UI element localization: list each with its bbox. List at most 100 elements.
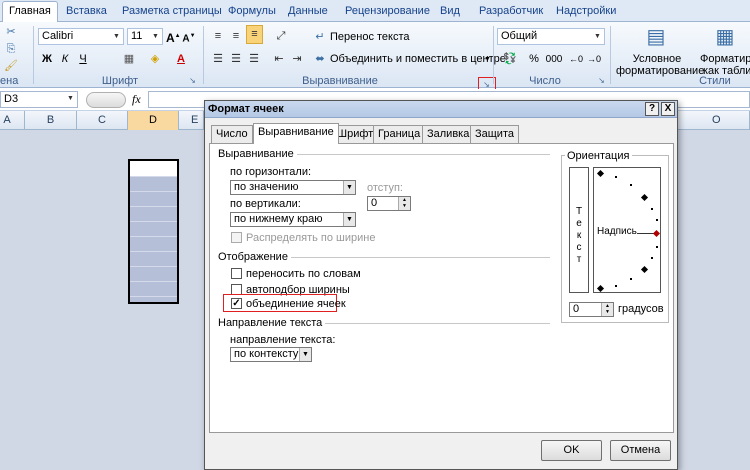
dial-tick — [656, 219, 658, 221]
wrap-text-button[interactable]: Перенос текста — [330, 31, 410, 44]
column-header-e[interactable]: E — [179, 111, 204, 130]
italic-icon[interactable]: К — [58, 51, 72, 68]
cut-icon[interactable]: ✂ — [4, 24, 18, 41]
tab-addins[interactable]: Надстройки — [550, 2, 622, 22]
number-format-value: Общий — [501, 30, 538, 42]
format-as-table-icon[interactable]: ▦ — [712, 24, 738, 50]
tab-font[interactable]: Шрифт — [332, 125, 379, 143]
wrap-text-checkbox[interactable] — [231, 268, 242, 279]
spinner-arrows-icon[interactable]: ▲ ▼ — [398, 197, 410, 210]
conditional-formatting-icon[interactable]: ▤ — [643, 24, 669, 50]
group-separator — [203, 26, 204, 84]
direction-label: направление текста: — [230, 334, 336, 346]
tab-data[interactable]: Данные — [282, 2, 334, 22]
selected-range-fill — [130, 176, 177, 302]
vertical-text-letter: к — [576, 230, 582, 241]
tab-alignment[interactable]: Выравнивание — [253, 123, 339, 144]
vertical-text-button[interactable]: Т е к с т — [569, 167, 589, 293]
tab-home[interactable]: Главная — [2, 1, 58, 23]
grow-font-icon[interactable]: A▲ — [166, 28, 181, 45]
group-separator — [33, 26, 34, 84]
fill-color-icon[interactable]: ◈ — [146, 51, 164, 68]
align-center-icon[interactable]: ☰ — [229, 51, 243, 68]
shrink-font-icon[interactable]: A▼ — [182, 28, 196, 45]
dial-marker-45 — [640, 193, 649, 202]
bold-icon[interactable]: Ж — [40, 51, 54, 68]
font-name-combo[interactable]: Calibri ▼ — [38, 28, 124, 45]
currency-format-icon[interactable]: 💱 — [499, 51, 521, 68]
number-dialog-launcher-icon[interactable]: ↘ — [596, 76, 607, 87]
tab-page-layout[interactable]: Разметка страницы — [116, 2, 228, 22]
dial-tick — [615, 176, 617, 178]
align-middle-icon[interactable]: ≡ — [229, 28, 243, 45]
font-color-icon[interactable]: A — [174, 51, 188, 68]
tab-review[interactable]: Рецензирование — [339, 2, 436, 22]
merge-center-icon[interactable]: ⬌ — [313, 51, 327, 68]
formula-buttons — [86, 92, 126, 108]
merge-cells-checkbox[interactable]: ✓ — [231, 298, 242, 309]
chevron-down-icon: ▼ — [594, 33, 601, 40]
merge-center-button[interactable]: Объединить и поместить в центре — [330, 53, 506, 66]
chevron-down-icon: ▼ — [152, 33, 159, 40]
dial-marker-current — [652, 229, 660, 238]
vertical-align-value: по нижнему краю — [234, 213, 323, 225]
cancel-button[interactable]: Отмена — [610, 440, 671, 461]
chevron-down-icon[interactable]: ▼ — [484, 53, 491, 66]
align-bottom-icon[interactable]: ≡ — [246, 25, 263, 44]
tab-insert[interactable]: Вставка — [60, 2, 113, 22]
column-divider — [179, 130, 180, 470]
increase-decimal-icon[interactable]: ←0 — [569, 51, 583, 68]
wrap-text-icon[interactable]: ↵ — [313, 29, 327, 46]
column-header-o[interactable]: O — [679, 111, 750, 130]
text-direction-select[interactable]: по контексту ▼ — [230, 347, 312, 362]
text-direction-value: по контексту — [234, 348, 299, 360]
format-painter-icon[interactable]: 🖌 — [4, 58, 18, 75]
font-dialog-launcher-icon[interactable]: ↘ — [187, 76, 198, 87]
name-box[interactable]: D3 ▼ — [0, 91, 78, 108]
selected-range[interactable] — [128, 159, 179, 304]
align-left-icon[interactable]: ☰ — [211, 51, 225, 68]
align-top-icon[interactable]: ≡ — [211, 28, 225, 45]
close-button[interactable]: X — [661, 102, 675, 116]
tab-fill[interactable]: Заливка — [422, 125, 475, 143]
insert-function-button[interactable]: fx — [132, 92, 141, 107]
group-separator — [610, 26, 611, 84]
orientation-dial[interactable]: Надпись — [593, 167, 661, 293]
wrap-text-label: переносить по словам — [246, 268, 361, 280]
align-right-icon[interactable]: ☰ — [247, 51, 261, 68]
horizontal-align-select[interactable]: по значению ▼ — [230, 180, 356, 195]
ok-button[interactable]: OK — [541, 440, 602, 461]
column-header-d[interactable]: D — [128, 111, 179, 130]
tab-border[interactable]: Граница — [373, 125, 426, 143]
distribute-checkbox[interactable] — [231, 232, 242, 243]
borders-icon[interactable]: ▦ — [120, 51, 138, 68]
font-size-combo[interactable]: 11 ▼ — [127, 28, 163, 45]
help-button[interactable]: ? — [645, 102, 659, 116]
text-orientation-icon[interactable]: ⤢ — [272, 28, 290, 45]
thousands-separator-button[interactable]: 000 — [543, 51, 565, 68]
percent-button[interactable]: % — [528, 51, 540, 68]
column-header-c[interactable]: C — [77, 111, 128, 130]
column-header-b[interactable]: B — [25, 111, 77, 130]
dial-tick — [615, 285, 617, 287]
conditional-formatting-label-2[interactable]: форматирование — [616, 65, 704, 78]
tab-formulas[interactable]: Формулы — [222, 2, 282, 22]
dial-marker-bottom — [596, 284, 605, 292]
increase-indent-icon[interactable]: ⇥ — [290, 51, 304, 68]
degrees-spinner[interactable]: 0 ▲ ▼ — [569, 302, 614, 317]
column-header-a[interactable]: A — [0, 111, 25, 130]
number-format-combo[interactable]: Общий ▼ — [497, 28, 605, 45]
degrees-label: градусов — [618, 303, 664, 315]
indent-spinner[interactable]: 0 ▲ ▼ — [367, 196, 411, 211]
underline-icon[interactable]: Ч — [76, 51, 90, 68]
tab-protection[interactable]: Защита — [470, 125, 519, 143]
decrease-indent-icon[interactable]: ⇤ — [272, 51, 286, 68]
tab-number[interactable]: Число — [211, 125, 253, 143]
copy-icon[interactable]: ⎘ — [4, 41, 18, 58]
tab-view[interactable]: Вид — [434, 2, 466, 22]
font-name-value: Calibri — [42, 30, 74, 42]
tab-developer[interactable]: Разработчик — [473, 2, 549, 22]
spinner-arrows-icon[interactable]: ▲ ▼ — [601, 303, 613, 316]
vertical-align-select[interactable]: по нижнему краю ▼ — [230, 212, 356, 227]
decrease-decimal-icon[interactable]: →0 — [587, 51, 601, 68]
